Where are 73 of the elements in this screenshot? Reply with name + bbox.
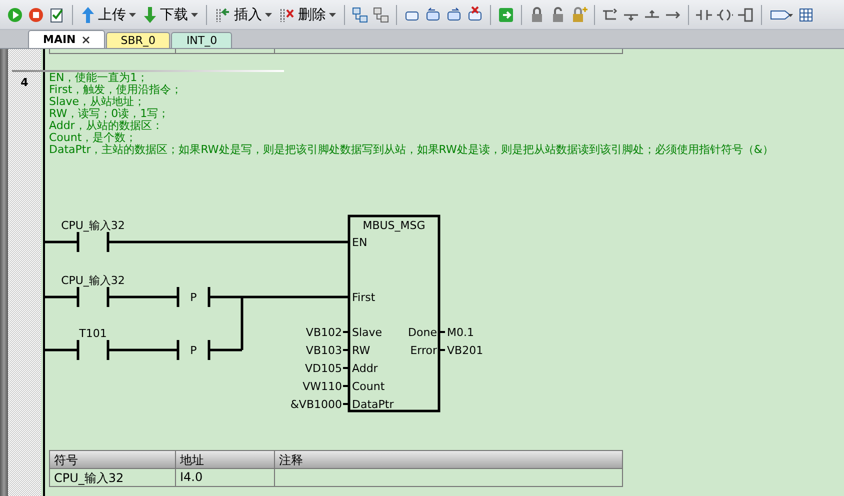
pin-wire (343, 367, 349, 369)
grid-icon[interactable] (797, 6, 815, 24)
operand-label: VW110 (302, 380, 342, 393)
pin-label: Done (408, 326, 437, 339)
lock-add-icon[interactable] (570, 6, 588, 24)
caret-icon (329, 12, 336, 16)
contact[interactable] (76, 230, 110, 254)
down-arrow-icon (143, 6, 157, 24)
stop-icon[interactable] (27, 6, 45, 24)
operand-label: VB201 (447, 344, 484, 357)
edge-detector[interactable]: P (176, 286, 210, 308)
pin-label: RW (352, 344, 370, 357)
caret-icon (129, 12, 136, 16)
delete-icon[interactable] (466, 6, 484, 24)
pin-wire (343, 403, 349, 405)
column-header: 符号 (50, 451, 176, 469)
contact-label: CPU_输入32 (61, 219, 125, 232)
download-button[interactable]: 下载 (141, 2, 200, 26)
pin-label: EN (352, 236, 368, 249)
insert-icon (215, 6, 231, 24)
function-block[interactable] (348, 214, 440, 412)
comment-line: First，触发，使用沿指令； (49, 84, 184, 96)
pin-wire (439, 331, 445, 333)
tab[interactable]: INT_0 (171, 32, 232, 48)
pin-label: Slave (352, 326, 382, 339)
comment-line: RW，读写；0读，1写； (49, 108, 170, 120)
arrow-left-icon[interactable] (424, 6, 442, 24)
operand-label: VB103 (306, 344, 342, 357)
pin-label: DataPtr (352, 398, 394, 411)
up-arrow-icon (81, 6, 95, 24)
table-cell: I4.0 (176, 469, 275, 486)
block-title: MBUS_MSG (362, 219, 426, 232)
contact[interactable] (76, 338, 110, 362)
comment-line: Count，是个数； (49, 132, 138, 144)
contact[interactable] (76, 286, 110, 308)
pin-wire (439, 349, 445, 351)
exit-icon[interactable] (497, 6, 515, 24)
contact-label: CPU_输入32 (61, 274, 125, 287)
run-icon[interactable] (6, 6, 24, 24)
comment-line: EN，使能一直为1； (49, 72, 150, 84)
box-icon[interactable] (737, 6, 755, 24)
branch-wire (240, 297, 244, 350)
caret-icon (191, 12, 198, 16)
pin-label: Addr (352, 362, 378, 375)
operand-label: &VB1000 (290, 398, 342, 411)
tab[interactable]: MAIN (28, 30, 105, 48)
edge-detector[interactable]: P (176, 338, 210, 362)
table-cell: CPU_输入32 (50, 469, 176, 486)
operand-label: VD105 (305, 362, 342, 375)
comment-line: Addr，从站的数据区： (49, 120, 164, 132)
contact-label: T101 (79, 327, 107, 340)
column-header: 注释 (275, 451, 622, 469)
network-number: 4 (20, 76, 28, 89)
insert-button[interactable]: 插入 (213, 2, 274, 26)
delete-button[interactable]: 删除 (277, 2, 338, 26)
operand-label: VB102 (306, 326, 342, 339)
caret-icon (265, 12, 272, 16)
tab[interactable]: SBR_0 (106, 32, 170, 48)
arrow-right-icon[interactable] (445, 6, 463, 24)
pin-label: Error (410, 344, 437, 357)
comment-line: Slave，从站地址； (49, 96, 146, 108)
pin-wire (343, 331, 349, 333)
column-header: 地址 (176, 451, 275, 469)
close-icon[interactable] (82, 36, 90, 44)
upload-button[interactable]: 上传 (79, 2, 138, 26)
pin-wire (343, 385, 349, 387)
operand-label: M0.1 (447, 326, 474, 339)
pin-label: First (352, 291, 376, 304)
network-icon[interactable] (372, 6, 390, 24)
pin-wire (343, 349, 349, 351)
comment-line: DataPtr，主站的数据区；如果RW处是写，则是把该引脚处数据写到从站，如果RW处是读，则是把从站数据读到该引脚处；必须使用指针符号（&） (49, 144, 774, 156)
network-icon[interactable] (351, 6, 369, 24)
pin-label: Count (352, 380, 385, 393)
